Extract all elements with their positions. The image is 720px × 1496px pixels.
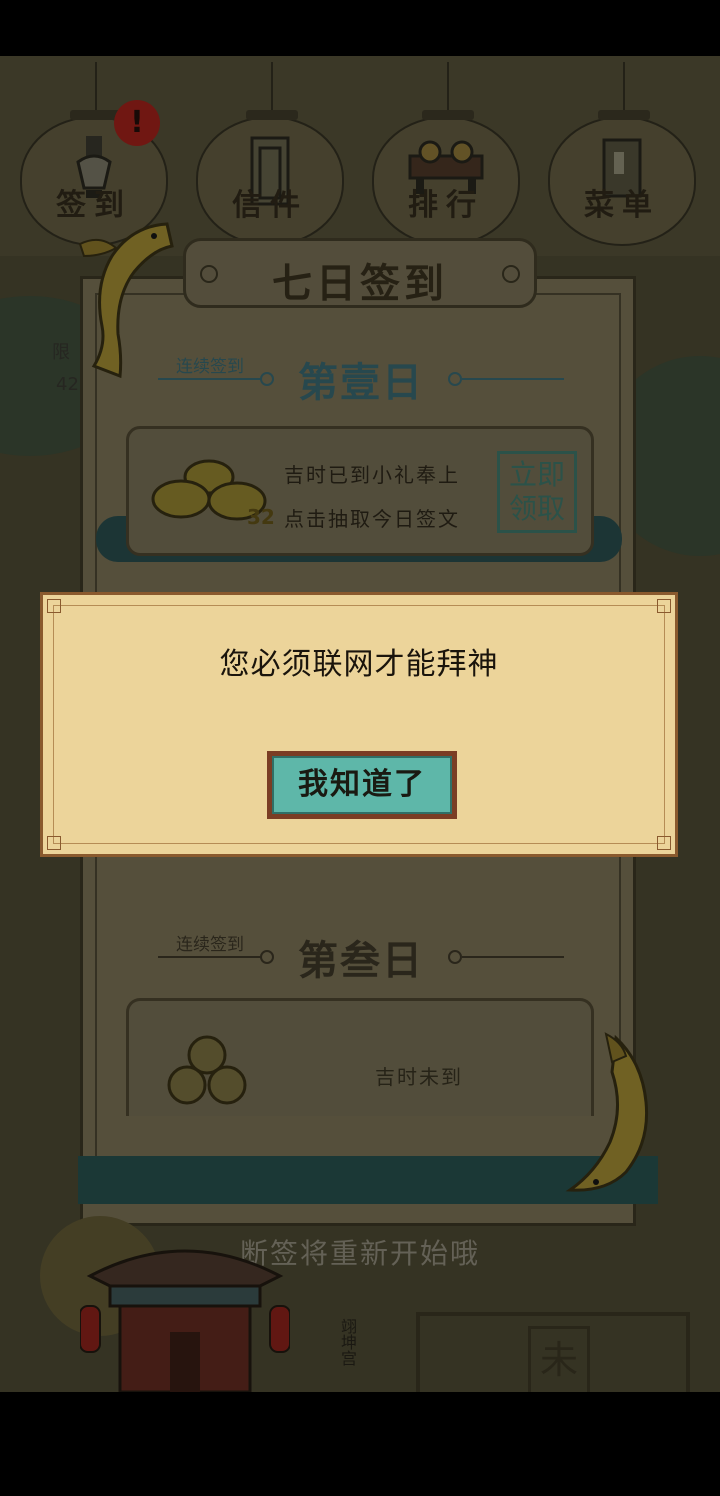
acknowledge-button-label: 我知道了 [272, 756, 452, 814]
network-error-dialog: 您必须联网才能拜神 我知道了 [40, 592, 678, 857]
acknowledge-button[interactable]: 我知道了 [267, 751, 457, 819]
dialog-message: 您必须联网才能拜神 [219, 647, 499, 682]
